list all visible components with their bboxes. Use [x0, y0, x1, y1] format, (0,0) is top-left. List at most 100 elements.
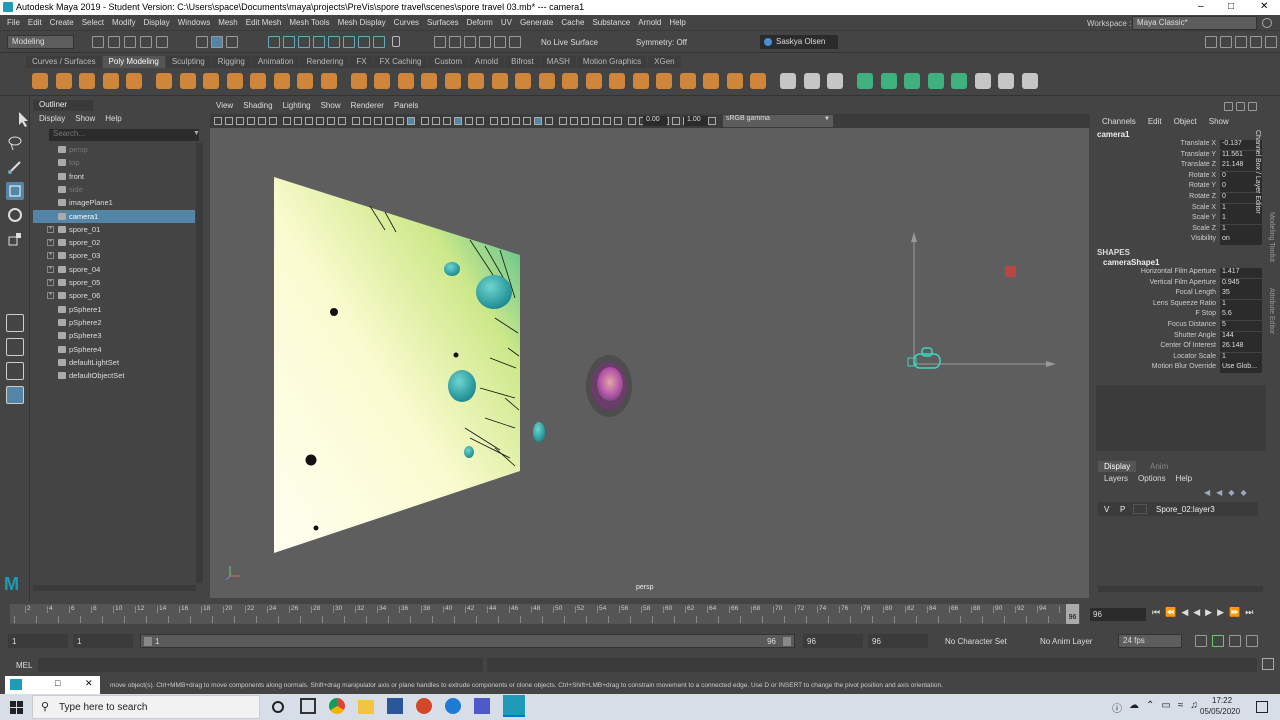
shelf-tab-xgen[interactable]: XGen: [648, 56, 681, 68]
viewport-tool-icon[interactable]: [570, 117, 578, 125]
mask-misc-icon[interactable]: [373, 36, 385, 48]
viewport-menu-lighting[interactable]: Lighting: [283, 101, 311, 113]
mask-deform-icon[interactable]: [328, 36, 340, 48]
expand-icon[interactable]: +: [47, 279, 54, 286]
windows-start-icon[interactable]: [10, 701, 23, 714]
component-mode-icon[interactable]: [226, 36, 238, 48]
outliner-item-psphere4[interactable]: pSphere4: [33, 343, 195, 356]
viewport-tool-icon[interactable]: [512, 117, 520, 125]
close-icon[interactable]: ✕: [1260, 1, 1268, 12]
viewport-tool-icon[interactable]: [501, 117, 509, 125]
range-start-handle[interactable]: [144, 637, 152, 646]
mask-dynamics-icon[interactable]: [343, 36, 355, 48]
outliner-hscrollbar[interactable]: [33, 585, 196, 591]
channel-attr-row[interactable]: Shutter Angle 144: [1094, 331, 1264, 342]
channel-attr-row[interactable]: F Stop 5.6: [1094, 310, 1264, 321]
channel-menu-object[interactable]: Object: [1174, 117, 1197, 126]
menu-select[interactable]: Select: [82, 18, 104, 27]
workspace-dropdown[interactable]: Maya Classic*: [1132, 16, 1257, 30]
shelf-tool-icon[interactable]: [226, 73, 243, 89]
channel-attr-row[interactable]: Visibility on: [1094, 235, 1264, 246]
snap-point-icon[interactable]: [464, 36, 476, 48]
maximize-icon[interactable]: □: [1228, 1, 1234, 12]
expand-icon[interactable]: +: [47, 292, 54, 300]
expand-icon[interactable]: +: [47, 239, 54, 247]
shelf-tool-icon[interactable]: [32, 73, 48, 89]
shelf-tool-icon[interactable]: [803, 73, 820, 89]
four-view-icon[interactable]: [6, 338, 24, 356]
attr-value[interactable]: 1.417: [1220, 268, 1262, 278]
menu-edit-mesh[interactable]: Edit Mesh: [246, 18, 282, 27]
shelf-tool-icon[interactable]: [679, 73, 696, 89]
shelf-tool-icon[interactable]: [609, 73, 625, 89]
step-back-key-icon[interactable]: ⏪: [1165, 607, 1176, 618]
color-space-dropdown[interactable]: sRGB gamma ▼: [723, 115, 833, 127]
edge-icon[interactable]: [445, 698, 461, 714]
menu-modify[interactable]: Modify: [112, 18, 136, 27]
lasso-tool-icon[interactable]: [6, 134, 24, 152]
channel-attr-row[interactable]: Scale Z 1: [1094, 224, 1264, 235]
lock-icon[interactable]: [392, 36, 400, 47]
channel-attr-row[interactable]: Translate X -0.137: [1094, 140, 1264, 150]
loop-icon[interactable]: [1195, 635, 1207, 647]
volume-icon[interactable]: ♫: [1190, 700, 1198, 715]
mask-joints-icon[interactable]: [283, 36, 295, 48]
viewport-tool-icon[interactable]: [294, 117, 302, 125]
viewport-tool-icon[interactable]: [225, 117, 233, 125]
clock-date[interactable]: 05/05/2020: [1200, 707, 1240, 716]
menu-uv[interactable]: UV: [501, 18, 512, 27]
chrome-icon[interactable]: [329, 698, 345, 714]
play-back-icon[interactable]: ◀: [1193, 607, 1200, 618]
anim-layer-dropdown[interactable]: No Anim Layer: [1040, 637, 1092, 646]
two-view-icon[interactable]: [6, 362, 24, 380]
outliner-item-front[interactable]: front: [33, 170, 195, 183]
channel-menu-show[interactable]: Show: [1209, 117, 1229, 126]
channel-attr-row[interactable]: Center Of Interest 26.148: [1094, 342, 1264, 353]
save-scene-icon[interactable]: [124, 36, 136, 48]
mode-dropdown[interactable]: Modeling: [7, 35, 74, 49]
live-surface-field[interactable]: No Live Surface: [541, 38, 598, 47]
menu-create[interactable]: Create: [50, 18, 74, 27]
shelf-tab-sculpting[interactable]: Sculpting: [165, 56, 211, 68]
shelf-tool-icon[interactable]: [250, 73, 266, 89]
rotate-tool-icon[interactable]: [6, 206, 24, 224]
mask-render-icon[interactable]: [358, 36, 370, 48]
taskbar-search-box[interactable]: ⚲ Type here to search: [32, 695, 260, 719]
layer-playback-toggle[interactable]: P: [1120, 505, 1125, 514]
user-account-button[interactable]: Saskya Olsen: [760, 35, 838, 49]
outliner-item-spore_02[interactable]: + spore_02: [33, 236, 195, 249]
step-forward-key-icon[interactable]: ⏩: [1229, 607, 1240, 618]
channel-attr-row[interactable]: Motion Blur Override Use Glob...: [1094, 363, 1264, 374]
outliner-item-camera1[interactable]: camera1: [33, 209, 195, 223]
outliner-search-dropdown-icon[interactable]: ▼: [193, 130, 200, 137]
viewport-3d[interactable]: persp: [210, 128, 1089, 598]
attr-value[interactable]: on: [1220, 235, 1262, 246]
shelf-tool-icon[interactable]: [515, 73, 531, 89]
viewport-tool-icon[interactable]: [374, 117, 382, 125]
layer-tab-display[interactable]: Display: [1098, 461, 1137, 472]
pSphere-object[interactable]: [533, 422, 545, 442]
task-manager-icon[interactable]: [300, 698, 316, 714]
layer-visible-toggle[interactable]: V: [1104, 505, 1109, 514]
viewport-tool-icon[interactable]: [476, 117, 484, 125]
layer-scrollbar[interactable]: [1098, 586, 1263, 592]
channel-attr-row[interactable]: Rotate Z0: [1094, 193, 1264, 203]
viewport-tool-icon[interactable]: [490, 117, 498, 125]
viewport-tool-icon[interactable]: [708, 117, 716, 125]
menu-mesh-tools[interactable]: Mesh Tools: [289, 18, 329, 27]
channel-attr-row[interactable]: Rotate Y0: [1094, 182, 1264, 193]
outliner-item-spore_03[interactable]: + spore_03: [33, 249, 195, 262]
layer-row[interactable]: V P Spore_02:layer3: [1098, 502, 1258, 516]
end-time-field[interactable]: 96: [868, 634, 928, 648]
mask-curves-icon[interactable]: [298, 36, 310, 48]
outliner-item-top[interactable]: top: [33, 156, 195, 169]
shelf-tab-mash[interactable]: MASH: [540, 56, 576, 68]
sidetab-channelbox[interactable]: Channel Box / Layer Editor: [1254, 130, 1261, 214]
viewport-tool-icon[interactable]: [385, 117, 393, 125]
outliner-layout-icon[interactable]: [6, 386, 24, 404]
gamma-field[interactable]: 1.00: [684, 116, 708, 126]
range-end-handle[interactable]: [783, 637, 791, 646]
shelf-tool-icon[interactable]: [632, 73, 649, 89]
outliner-item-imageplane1[interactable]: imagePlane1: [33, 196, 195, 209]
viewport-tool-icon[interactable]: [247, 117, 255, 125]
